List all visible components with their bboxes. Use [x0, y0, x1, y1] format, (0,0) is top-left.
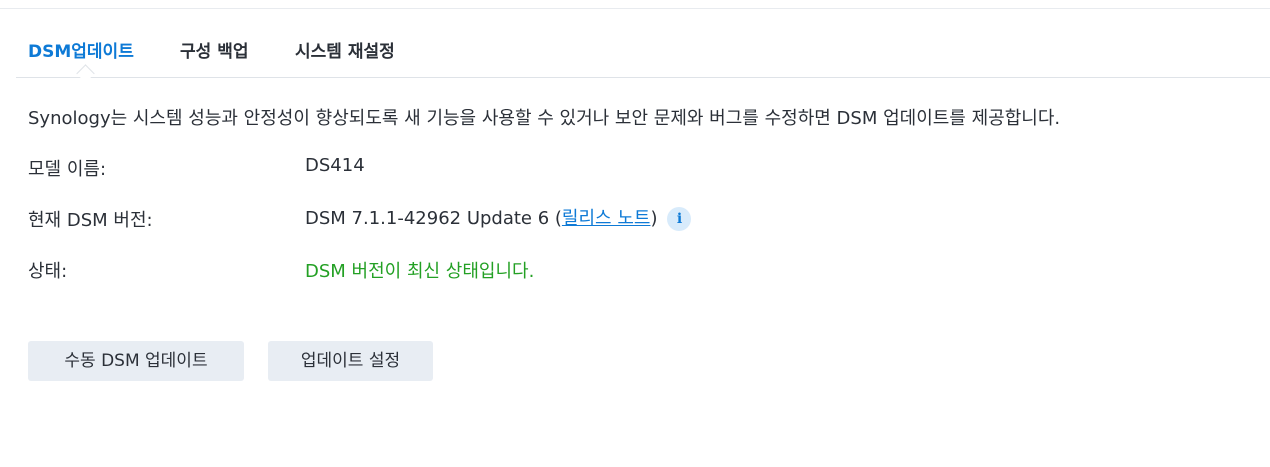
- active-tab-indicator: [76, 64, 95, 83]
- manual-dsm-update-button[interactable]: 수동 DSM 업데이트: [28, 341, 244, 381]
- update-settings-button[interactable]: 업데이트 설정: [268, 341, 433, 381]
- tab-bar: DSM업데이트 구성 백업 시스템 재설정: [16, 30, 1270, 83]
- description-text: Synology는 시스템 성능과 안정성이 향상되도록 새 기능을 사용할 수…: [28, 108, 1061, 129]
- version-suffix: ): [650, 208, 658, 229]
- model-name-value: DS414: [305, 155, 365, 176]
- info-icon[interactable]: i: [667, 207, 692, 231]
- version-text: DSM 7.1.1-42962 Update 6 (: [305, 208, 562, 229]
- tab-system-reset[interactable]: 시스템 재설정: [295, 37, 395, 62]
- status-value: DSM 버전이 최신 상태입니다.: [305, 261, 535, 282]
- status-label: 상태:: [28, 261, 68, 282]
- model-name-label: 모델 이름:: [28, 159, 107, 180]
- tab-dsm-update[interactable]: DSM업데이트: [28, 37, 134, 62]
- dsm-version-value: DSM 7.1.1-42962 Update 6 (릴리스 노트) i: [305, 204, 692, 231]
- top-divider: [0, 8, 1270, 9]
- tab-config-backup[interactable]: 구성 백업: [180, 37, 248, 62]
- dsm-version-label: 현재 DSM 버전:: [28, 210, 153, 231]
- release-notes-link[interactable]: 릴리스 노트: [562, 208, 651, 229]
